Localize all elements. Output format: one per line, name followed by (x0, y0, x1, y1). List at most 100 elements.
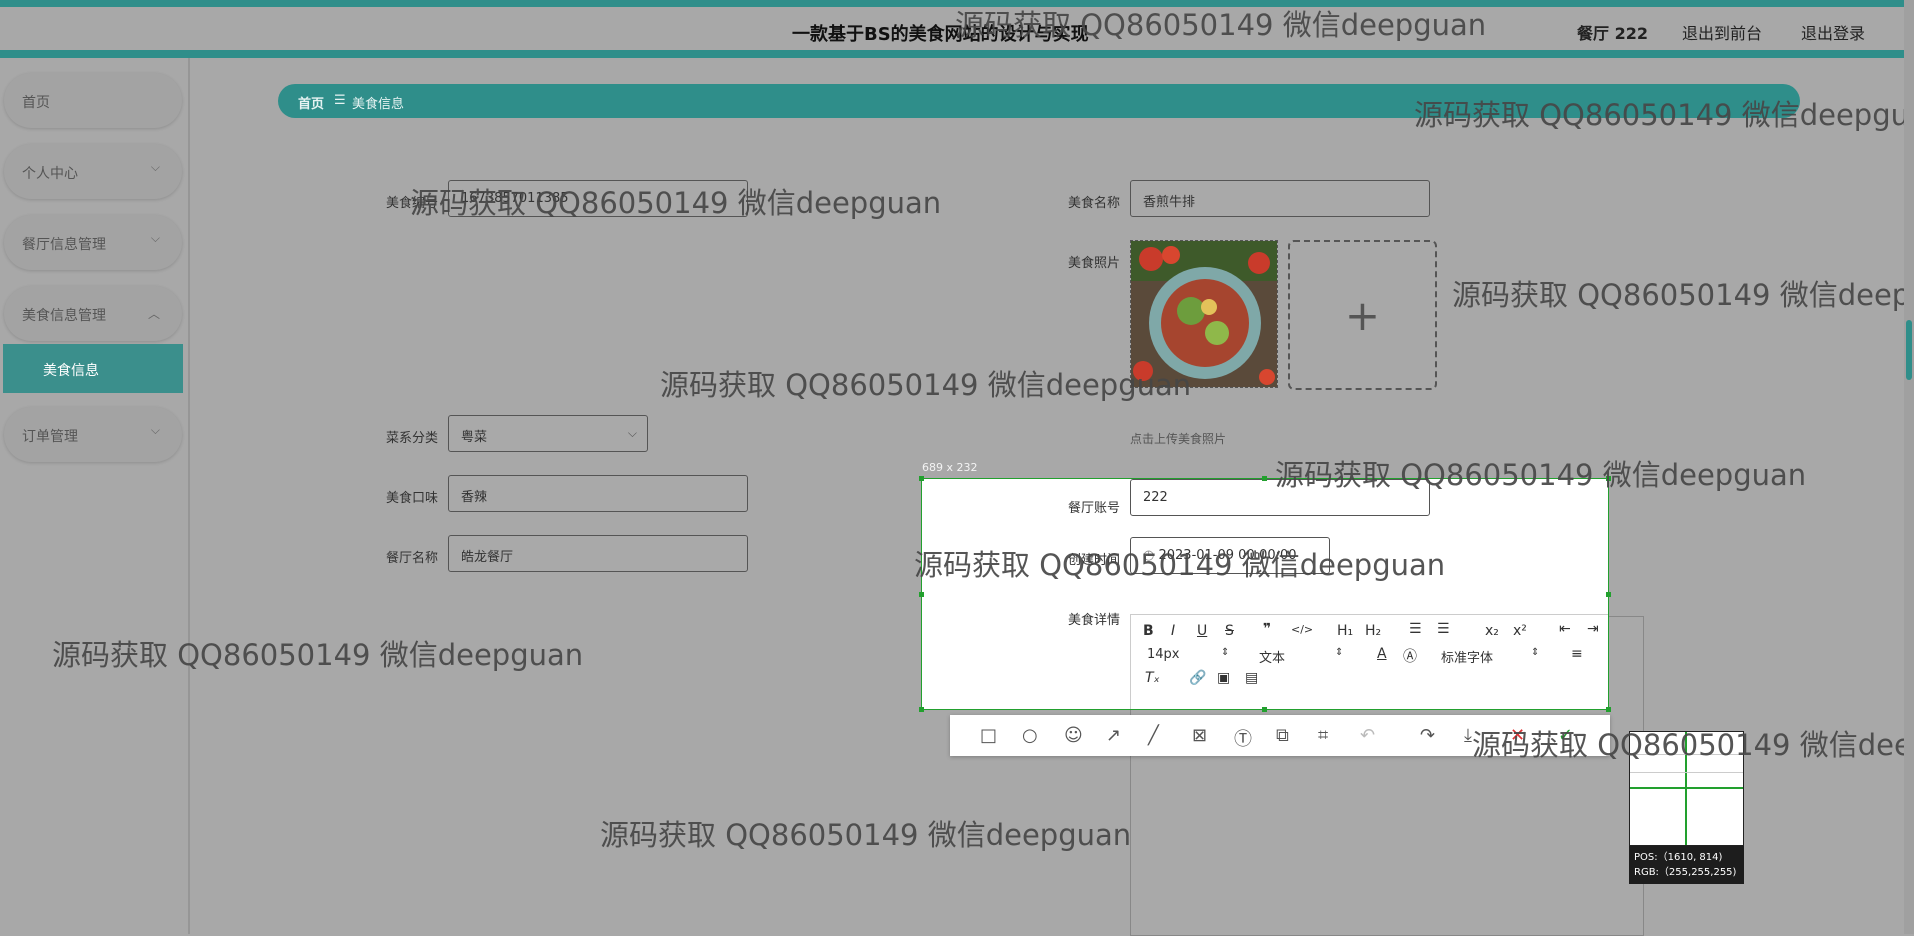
updown-icon: ⇕ (1335, 647, 1344, 658)
line-icon[interactable]: ╱ (1148, 725, 1159, 746)
category-label: 菜系分类 (385, 431, 438, 446)
sidebar-item-order-management[interactable]: 订单管理 ⌵ (4, 407, 182, 462)
updown-icon: ⇕ (1531, 647, 1540, 658)
logout-link[interactable]: 退出登录 (1801, 20, 1865, 44)
capture-handle[interactable] (1606, 592, 1611, 597)
taste-input[interactable]: 香辣 (448, 475, 748, 512)
chevron-down-icon: ⌵ (627, 426, 637, 440)
capture-handle[interactable] (919, 592, 924, 597)
sidebar-item-label: 首页 (22, 95, 50, 111)
chevron-down-icon: ⌵ (150, 423, 160, 437)
ordered-list-icon[interactable]: ☰ (1409, 621, 1422, 637)
current-user: 餐厅 222 (1577, 24, 1648, 43)
pos-readout: POS:（1610, 814) (1634, 852, 1723, 863)
rectangle-icon[interactable]: □ (980, 725, 997, 746)
rgb-readout: RGB:（255,255,255) (1634, 867, 1737, 878)
close-icon[interactable]: ✕ (1510, 725, 1525, 746)
taste-label: 美食口味 (385, 491, 438, 506)
chevron-up-icon: ︿ (147, 307, 160, 321)
top-accent-bar (0, 0, 1914, 7)
create-time-input[interactable]: ◷ 2023-01-09 00:00:00 (1130, 537, 1330, 574)
sidebar-subitem-label: 美食信息 (43, 363, 99, 379)
undo-icon[interactable]: ↶ (1360, 725, 1375, 746)
clock-icon: ◷ (1143, 548, 1155, 563)
restaurant-name-input[interactable]: 皓龙餐厅 (448, 535, 748, 572)
font-family-select[interactable]: 标准字体 (1441, 647, 1493, 666)
food-name-input[interactable]: 香煎牛排 (1130, 180, 1430, 217)
sidebar-item-home[interactable]: 首页 (4, 73, 182, 128)
capture-handle[interactable] (1262, 707, 1267, 712)
capture-handle[interactable] (919, 707, 924, 712)
capture-handle[interactable] (1606, 707, 1611, 712)
pin-icon[interactable]: ⧉ (1276, 725, 1289, 746)
category-select-value: 粤菜 (461, 430, 488, 445)
sidebar-item-label: 个人中心 (22, 166, 78, 182)
header-divider (0, 50, 1914, 58)
code-icon[interactable]: </> (1291, 623, 1313, 636)
confirm-icon[interactable]: ✓ (1558, 725, 1573, 746)
text-type-select[interactable]: 文本 (1259, 647, 1285, 666)
sidebar-item-personal-center[interactable]: 个人中心 ⌵ (4, 144, 182, 199)
blockquote-icon[interactable]: ❞ (1263, 621, 1271, 637)
food-code-label: 美食编号 (385, 196, 438, 211)
category-select[interactable]: 粤菜 ⌵ (448, 415, 648, 452)
capture-handle[interactable] (1606, 476, 1611, 481)
breadcrumb-home[interactable]: 首页 (298, 93, 324, 112)
superscript-icon[interactable]: x² (1513, 623, 1527, 639)
create-time-label: 创建时间 (1067, 553, 1120, 568)
exit-to-front-link[interactable]: 退出到前台 (1682, 20, 1762, 44)
sidebar-item-label: 订单管理 (22, 429, 78, 445)
food-photo-thumbnail[interactable] (1130, 240, 1278, 388)
save-icon[interactable]: ⤓ (1464, 725, 1472, 746)
breadcrumb-current: 美食信息 (352, 97, 405, 112)
capture-handle[interactable] (1262, 476, 1267, 481)
heading2-icon[interactable]: H₂ (1365, 623, 1381, 639)
background-color-icon[interactable]: Ⓐ (1403, 646, 1417, 666)
underline-icon[interactable]: U (1197, 623, 1207, 639)
site-title: 一款基于BS的美食网站的设计与实现 (792, 24, 1089, 45)
italic-icon[interactable]: I (1171, 623, 1175, 639)
restaurant-account-label: 餐厅账号 (1067, 501, 1120, 516)
video-icon[interactable]: ▤ (1245, 670, 1258, 686)
food-code-input[interactable]: 1673857011385 (448, 180, 748, 217)
font-size-select[interactable]: 14px (1147, 647, 1180, 662)
bullet-list-icon[interactable]: ☰ (1437, 621, 1450, 637)
share-icon[interactable]: ↷ (1420, 725, 1435, 746)
ocr-icon[interactable]: ⌗ (1318, 725, 1328, 746)
outdent-icon[interactable]: ⇤ (1559, 621, 1571, 637)
align-icon[interactable]: ≡ (1571, 646, 1583, 662)
strike-icon[interactable]: S (1225, 623, 1234, 639)
sidebar-item-food-management[interactable]: 美食信息管理 ︿ (4, 286, 182, 341)
image-icon[interactable]: ▣ (1217, 670, 1230, 686)
upload-hint: 点击上传美食照片 (1130, 432, 1227, 446)
link-icon[interactable]: 🔗 (1189, 670, 1206, 686)
indent-icon[interactable]: ⇥ (1587, 621, 1599, 637)
magnifier-info: POS:（1610, 814) RGB:（255,255,255) (1629, 846, 1744, 884)
watermark-text: 源码获取 QQ86050149 微信deepguan (660, 368, 1192, 402)
updown-icon: ⇕ (1221, 647, 1230, 658)
heading1-icon[interactable]: H₁ (1337, 623, 1353, 639)
clear-format-icon[interactable]: Tₓ (1145, 670, 1160, 686)
photo-upload-button[interactable]: + (1288, 240, 1437, 390)
font-color-icon[interactable]: A (1377, 646, 1387, 662)
capture-size-readout: 689 x 232 (922, 461, 978, 474)
sidebar-item-label: 美食信息管理 (22, 308, 106, 324)
capture-magnifier (1629, 731, 1744, 846)
ellipse-icon[interactable]: ○ (1022, 725, 1038, 746)
capture-handle[interactable] (919, 476, 924, 481)
restaurant-name-label: 餐厅名称 (385, 551, 438, 566)
sidebar-subitem-food-info[interactable]: 美食信息 (3, 344, 183, 393)
mosaic-icon[interactable]: ⊠ (1192, 725, 1207, 746)
capture-region: 餐厅账号 222 创建时间 ◷ 2023-01-09 00:00:00 美食详情… (921, 478, 1609, 710)
watermark-text: 源码获取 QQ86050149 微信deepguan (600, 818, 1132, 852)
restaurant-account-input[interactable]: 222 (1130, 479, 1430, 516)
page-scrollbar[interactable] (1904, 0, 1914, 934)
text-icon[interactable]: Ⓣ (1234, 725, 1252, 751)
arrow-icon[interactable]: ↗ (1106, 725, 1121, 746)
scrollbar-thumb[interactable] (1906, 320, 1912, 380)
subscript-icon[interactable]: x₂ (1485, 623, 1499, 639)
emoji-icon[interactable]: ☺ (1064, 725, 1083, 746)
capture-toolbar: □ ○ ☺ ↗ ╱ ⊠ Ⓣ ⧉ ⌗ ↶ ↷ ⤓ ✕ ✓ (950, 715, 1610, 756)
sidebar-item-restaurant-management[interactable]: 餐厅信息管理 ⌵ (4, 215, 182, 270)
bold-icon[interactable]: B (1143, 623, 1154, 639)
